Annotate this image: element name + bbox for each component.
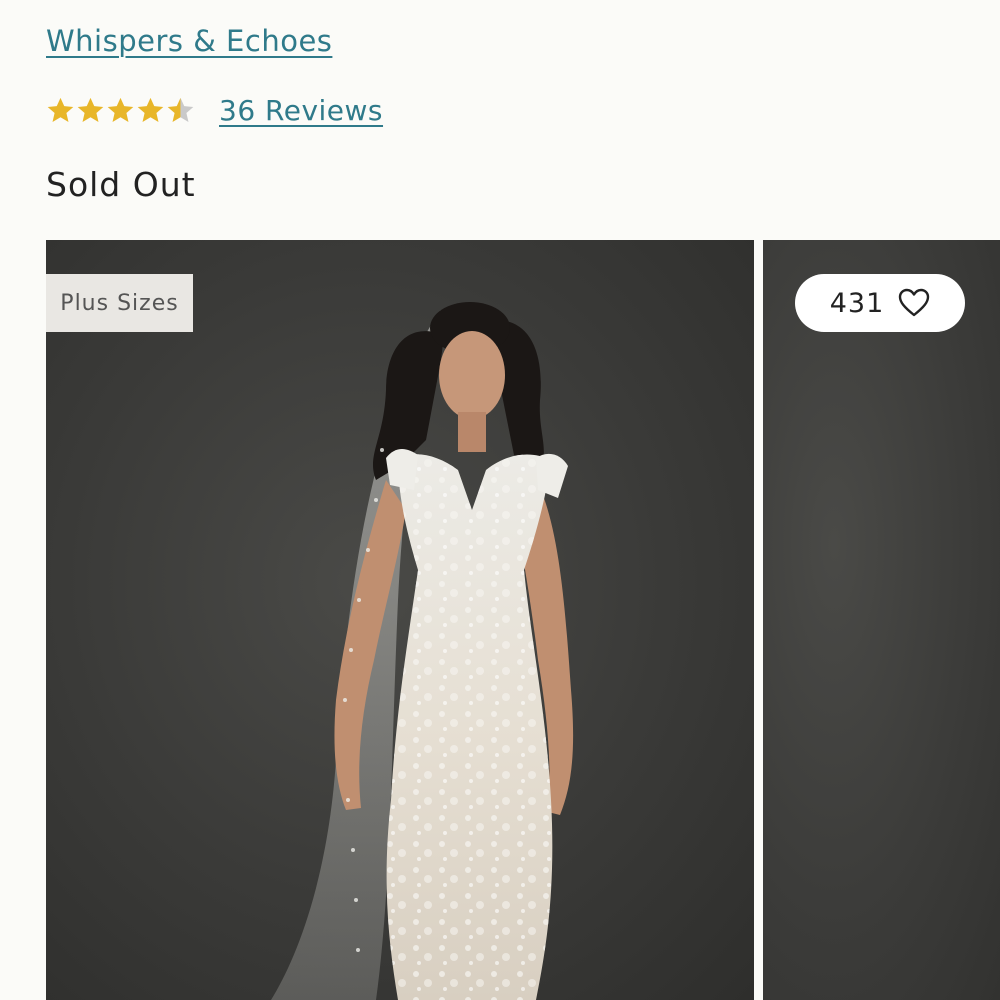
favorites-count: 431 [829, 287, 885, 319]
star-icon [47, 97, 74, 122]
star-icon [137, 97, 164, 122]
star-rating[interactable] [46, 96, 195, 125]
star-icon [77, 97, 104, 122]
brand-link[interactable]: Whispers & Echoes [46, 24, 332, 58]
product-title-cut [46, 0, 58, 18]
gallery-slide-main[interactable]: Plus Sizes [46, 240, 754, 1000]
dress-photo [271, 302, 574, 1000]
favorite-button[interactable]: 431 [795, 274, 965, 332]
star-icon [107, 97, 134, 122]
plus-sizes-badge: Plus Sizes [46, 274, 193, 332]
gallery-slide-next[interactable]: 431 [763, 240, 1000, 1000]
product-page: Whispers & Echoes 36 Reviews Sold Out Pl… [0, 0, 1000, 1000]
reviews-link[interactable]: 36 Reviews [219, 94, 383, 127]
star-icon [167, 97, 194, 122]
rating-row: 36 Reviews [46, 90, 383, 130]
image-gallery[interactable]: Plus Sizes 431 [46, 240, 1000, 1000]
stock-status: Sold Out [46, 165, 196, 204]
heart-outline-icon [899, 288, 930, 317]
